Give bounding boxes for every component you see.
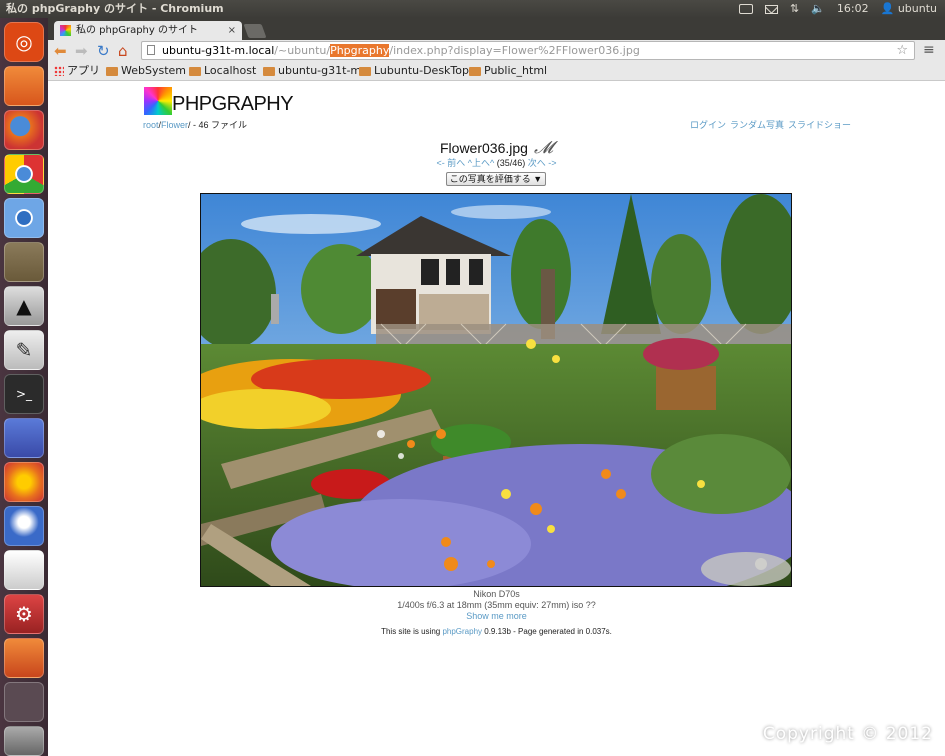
folder-icon (359, 66, 371, 76)
phpgraphy-logo[interactable]: PHPGRAPHY (144, 87, 294, 119)
top-panel: 私の phpGraphy のサイト - Chromium ⇅ 🔈 16:02 👤… (0, 0, 945, 18)
flower-garden-photo[interactable] (200, 193, 792, 587)
signature-icon: 𝓜 (533, 138, 553, 158)
random-photo-link[interactable]: ランダム写真 (730, 118, 784, 131)
bookmark-lubuntu-desktop[interactable]: Lubuntu-DeskTop (359, 62, 469, 80)
ubuntu-one-icon[interactable] (4, 462, 44, 502)
exif-info: Nikon D70s 1/400s f/6.3 at 18mm (35mm eq… (48, 589, 945, 622)
thunderbird-icon[interactable] (4, 506, 44, 546)
photo-position: (35/46) (496, 158, 526, 168)
keyboard-icon[interactable] (738, 4, 753, 14)
text-editor-icon[interactable]: ✎ (4, 330, 44, 370)
ubuntu-dash-icon[interactable]: ◎ (4, 22, 44, 62)
exif-camera: Nikon D70s (473, 589, 520, 599)
tab-title: 私の phpGraphy のサイト (76, 25, 198, 36)
folder-icon (189, 66, 201, 76)
exif-settings: 1/400s f/6.3 at 18mm (35mm equiv: 27mm) … (397, 600, 596, 610)
bookmark-apps[interactable]: アプリ (54, 62, 100, 80)
tab-strip: 私の phpGraphy のサイト × (48, 18, 945, 40)
breadcrumb-root-link[interactable]: root (143, 120, 159, 130)
bookmark-websystem[interactable]: WebSystem (106, 62, 186, 80)
folder-icon (469, 66, 481, 76)
workspace-switcher-icon[interactable] (4, 682, 44, 722)
photo-filename: Flower036.jpg (440, 140, 528, 156)
url-path-prefix: /~ubuntu/ (274, 44, 331, 57)
reload-icon[interactable]: ↻ (97, 42, 110, 60)
url-host: ubuntu-g31t-m.local (162, 44, 275, 57)
apps-grid-icon (54, 66, 64, 76)
photo-navigation: <- 前へ ^上へ^ (35/46) 次へ -> (48, 156, 945, 169)
folder-icon (106, 66, 118, 76)
browser-toolbar: ⬅ ➡ ↻ ⌂ ubuntu-g31t-m.local/~ubuntu/Phpg… (48, 40, 945, 62)
libreoffice-icon[interactable] (4, 418, 44, 458)
network-icon[interactable]: ⇅ (790, 0, 799, 18)
phpgraphy-favicon-icon (60, 25, 71, 36)
bookmark-label: Lubuntu-DeskTop (374, 64, 469, 77)
new-tab-button[interactable] (243, 24, 267, 38)
chrome-icon[interactable] (4, 154, 44, 194)
show-more-link[interactable]: Show me more (48, 611, 945, 622)
phpgraphy-link[interactable]: phpGraphy (442, 627, 482, 636)
bookmark-ubuntu-g31t-m[interactable]: ubuntu-g31t-m (263, 62, 361, 80)
address-bar[interactable]: ubuntu-g31t-m.local/~ubuntu/Phpgraphy/in… (141, 41, 915, 60)
logo-text: PHPGRAPHY (172, 93, 294, 115)
user-icon: 👤 (880, 2, 895, 15)
web-page: PHPGRAPHY root/Flower/ - 46 ファイル ログイン ラン… (48, 81, 945, 756)
close-tab-icon[interactable]: × (228, 21, 236, 40)
user-name: ubuntu (897, 2, 937, 15)
mail-icon[interactable] (764, 4, 778, 14)
window-title: 私の phpGraphy のサイト - Chromium (6, 2, 224, 15)
bookmark-label: Localhost (204, 64, 257, 77)
breadcrumb-file-count: / - 46 ファイル (188, 120, 248, 130)
bookmark-label: WebSystem (121, 64, 187, 77)
bookmark-star-icon[interactable]: ☆ (896, 42, 908, 59)
footer-prefix: This site is using (381, 627, 443, 636)
photo-image (201, 194, 791, 586)
breadcrumb-folder-link[interactable]: Flower (161, 120, 188, 130)
bookmark-public-html[interactable]: Public_html (469, 62, 547, 80)
inkscape-icon[interactable]: ▲ (4, 286, 44, 326)
user-menu[interactable]: 👤 ubuntu (881, 0, 937, 18)
url-path-suffix: /index.php?display=Flower%2FFlower036.jp… (389, 44, 640, 57)
software-center-icon[interactable] (4, 638, 44, 678)
clock[interactable]: 16:02 (837, 0, 869, 18)
firefox-icon[interactable] (4, 110, 44, 150)
page-footer: This site is using phpGraphy 0.9.13b - P… (48, 627, 945, 636)
volume-icon[interactable]: 🔈 (811, 0, 825, 18)
page-icon (147, 45, 155, 55)
bookmark-label: アプリ (67, 64, 100, 77)
files-icon[interactable] (4, 66, 44, 106)
chrome-menu-icon[interactable]: ≡ (923, 42, 935, 58)
bookmarks-bar: アプリ WebSystem Localhost ubuntu-g31t-m Lu… (48, 62, 945, 81)
prev-link[interactable]: <- 前へ (436, 158, 465, 168)
copyright-watermark: Copyright © 2012 (762, 724, 933, 744)
url-highlight: Phpgraphy (330, 44, 390, 57)
document-icon[interactable] (4, 550, 44, 590)
slideshow-link[interactable]: スライドショー (788, 118, 851, 131)
forward-arrow-icon[interactable]: ➡ (75, 42, 88, 60)
rate-photo-select[interactable]: この写真を評価する ▼ (446, 172, 546, 186)
folder-icon (263, 66, 275, 76)
photo-title: Flower036.jpg 𝓜 (48, 138, 945, 158)
breadcrumb: root/Flower/ - 46 ファイル (143, 118, 247, 131)
footer-suffix: 0.9.13b - Page generated in 0.037s. (482, 627, 612, 636)
trash-icon[interactable] (4, 726, 44, 756)
bookmark-label: Public_html (484, 64, 548, 77)
top-links: ログイン ランダム写真 スライドショー (690, 118, 851, 131)
login-link[interactable]: ログイン (690, 118, 726, 131)
logo-pinwheel-icon (144, 87, 172, 115)
next-link[interactable]: 次へ -> (528, 158, 557, 168)
chromium-icon[interactable] (4, 198, 44, 238)
bookmark-label: ubuntu-g31t-m (278, 64, 362, 77)
terminal-icon[interactable]: >_ (4, 374, 44, 414)
home-icon[interactable]: ⌂ (118, 42, 128, 60)
bookmark-localhost[interactable]: Localhost (189, 62, 256, 80)
system-tray: ⇅ 🔈 16:02 👤 ubuntu (738, 0, 937, 18)
back-arrow-icon[interactable]: ⬅ (54, 42, 67, 60)
browser-tab[interactable]: 私の phpGraphy のサイト × (54, 21, 242, 40)
system-settings-icon[interactable]: ⚙ (4, 594, 44, 634)
up-link[interactable]: ^上へ^ (468, 158, 494, 168)
unity-launcher: ◎ ▲ ✎ >_ ⚙ (0, 18, 48, 756)
gimp-icon[interactable] (4, 242, 44, 282)
